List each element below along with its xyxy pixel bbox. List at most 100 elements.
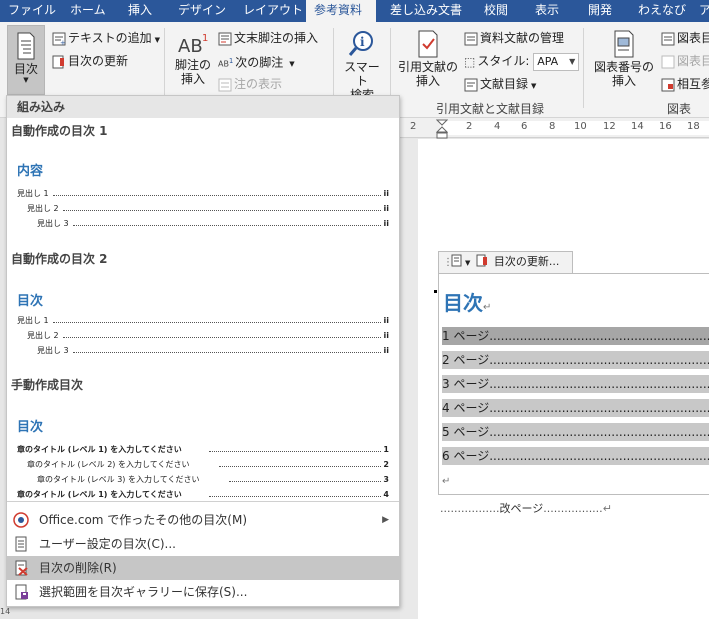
- update-toc-icon[interactable]: [476, 254, 488, 267]
- preview-page-number: ii: [383, 219, 389, 228]
- gallery-item-manual-toc[interactable]: 目次 章のタイトル (レベル 1) を入力してください 1 章のタイトル (レベル…: [7, 394, 399, 500]
- style-combo[interactable]: APA ▼: [533, 52, 580, 71]
- toc-entry-label: 5 ページ: [442, 425, 490, 439]
- next-footnote-button[interactable]: AB1 次の脚注 ▼: [218, 51, 295, 71]
- toc-entry[interactable]: 5 ページ...................................…: [442, 423, 709, 441]
- indent-marker-icon[interactable]: [436, 119, 448, 139]
- preview-line-label: 見出し 2: [27, 331, 59, 340]
- toc-entry-label: 2 ページ: [442, 353, 490, 367]
- toc-entry[interactable]: 2 ページ...................................…: [442, 351, 709, 369]
- preview-line: 見出し 1 ii: [17, 188, 389, 200]
- insert-caption-label-1: 図表番号の: [593, 60, 654, 74]
- preview-heading: 内容: [17, 164, 44, 179]
- toc-dropdown-arrow: ▼: [23, 76, 29, 84]
- update-table-button[interactable]: 図表目: [661, 51, 709, 71]
- toc-content-control-tab[interactable]: ⋮ ▼ 目次の更新...: [438, 251, 573, 273]
- insert-caption-button[interactable]: 図表番号の 挿入: [591, 30, 657, 88]
- ruler-label: 12: [603, 121, 616, 132]
- insert-endnote-button[interactable]: 文末脚注の挿入: [218, 28, 318, 48]
- preview-line-label: 見出し 2: [27, 204, 59, 213]
- insert-citation-button[interactable]: 引用文献の 挿入: [396, 30, 460, 88]
- toc-entry[interactable]: 4 ページ...................................…: [442, 399, 709, 417]
- tab-mailings[interactable]: 差し込み文書: [390, 0, 462, 22]
- drag-handle-icon[interactable]: ⋮: [443, 253, 453, 273]
- svg-text:+: +: [60, 39, 66, 46]
- manage-sources-button[interactable]: 資料文献の管理: [464, 28, 564, 48]
- tab-developer[interactable]: 開発: [588, 0, 612, 22]
- cross-reference-button[interactable]: 相互参: [661, 74, 709, 94]
- custom-toc-menu-item[interactable]: ユーザー設定の目次(C)...: [7, 532, 399, 556]
- tab-insert[interactable]: 挿入: [128, 0, 152, 22]
- bibliography-arrow: ▼: [531, 82, 537, 90]
- gallery-item-auto-toc-1[interactable]: 内容 見出し 1 ii 見出し 2 ii 見出し 3 ii: [7, 140, 399, 250]
- preview-leader: [209, 451, 381, 452]
- toc-entry[interactable]: 1 ページ...................................…: [442, 327, 709, 345]
- remove-toc-menu-item[interactable]: 目次の削除(R): [7, 556, 399, 580]
- update-toc-button[interactable]: 目次の更新: [52, 51, 128, 71]
- preview-line: 章のタイトル (レベル 1) を入力してください 4: [17, 489, 389, 500]
- preview-page-number: 1: [383, 445, 389, 454]
- next-footnote-arrow: ▼: [289, 60, 295, 69]
- tab-design[interactable]: デザイン: [178, 0, 226, 22]
- toc-entry-label: 1 ページ: [442, 329, 490, 343]
- more-tocs-office-menu-item[interactable]: Office.com で作ったその他の目次(M) ▶: [7, 508, 399, 532]
- tab-layout[interactable]: レイアウト: [243, 0, 303, 22]
- tab-review[interactable]: 校閲: [484, 0, 508, 22]
- save-selection-to-gallery-menu-item[interactable]: 選択範囲を目次ギャラリーに保存(S)...: [7, 580, 399, 604]
- page-break[interactable]: .................改ページ.................↵: [440, 500, 640, 516]
- add-text-icon: +: [52, 32, 66, 46]
- preview-line: 見出し 3 ii: [37, 345, 389, 357]
- smart-lookup-icon: i: [348, 31, 373, 56]
- tab-file[interactable]: ファイル: [8, 0, 56, 22]
- tab-view[interactable]: 表示: [535, 0, 559, 22]
- preview-heading: 目次: [17, 420, 44, 435]
- toc-entry-label: 4 ページ: [442, 401, 490, 415]
- smart-lookup-label-1: スマート: [344, 60, 380, 88]
- show-notes-button[interactable]: 注の表示: [218, 74, 282, 94]
- tab-home[interactable]: ホーム: [70, 0, 106, 22]
- tab-overflow[interactable]: ア: [699, 0, 709, 22]
- update-table-icon: [661, 55, 675, 68]
- footnote-ab-icon: AB 1: [178, 33, 208, 56]
- cc-update-label[interactable]: 目次の更新...: [494, 255, 560, 268]
- horizontal-ruler[interactable]: 2 2 4 6 8 10 12 14 16 18: [400, 118, 709, 139]
- save-to-gallery-icon: [15, 584, 28, 600]
- insert-endnote-label: 文末脚注の挿入: [234, 31, 319, 45]
- toc-gallery-dropdown: 組み込み 自動作成の目次 1 内容 見出し 1 ii 見出し 2 ii 見出し 3 i…: [6, 95, 400, 607]
- ruler-label: 8: [549, 121, 556, 132]
- toc-button[interactable]: 目次 ▼: [7, 25, 45, 95]
- tab-waenavi[interactable]: わえなび: [638, 0, 686, 22]
- preview-line: 章のタイトル (レベル 3) を入力してください 3: [37, 474, 389, 486]
- preview-page-number: ii: [383, 346, 389, 355]
- bibliography-button[interactable]: 文献目録 ▼: [464, 74, 536, 94]
- captions-group-label: 図表: [667, 102, 692, 116]
- menu-item-label: 選択範囲を目次ギャラリーに保存(S)...: [39, 585, 248, 599]
- smart-lookup-button[interactable]: i スマート 検索: [339, 30, 385, 102]
- update-table-label: 図表目: [677, 54, 709, 68]
- cross-reference-label: 相互参: [677, 77, 709, 91]
- next-footnote-icon: AB1: [218, 57, 234, 69]
- toc-title[interactable]: 目次↵: [443, 287, 491, 316]
- chevron-down-icon[interactable]: ▼: [465, 259, 470, 267]
- ruler-label: 10: [574, 121, 587, 132]
- preview-line-label: 章のタイトル (レベル 1) を入力してください: [17, 490, 182, 499]
- page-break-leader: .................: [543, 502, 603, 515]
- preview-line-label: 章のタイトル (レベル 1) を入力してください: [17, 445, 182, 454]
- add-text-button[interactable]: + テキストの追加 ▼: [52, 28, 160, 48]
- document-area: ⋮ ▼ 目次の更新... 目次↵ 1 ページ...................…: [400, 139, 709, 619]
- toc-document-icon[interactable]: [451, 254, 463, 267]
- toc-entry[interactable]: 3 ページ...................................…: [442, 375, 709, 393]
- gallery-item-auto-toc-2[interactable]: 目次 見出し 1 ii 見出し 2 ii 見出し 3 ii: [7, 268, 399, 374]
- preview-line-label: 見出し 3: [37, 346, 69, 355]
- preview-leader: [53, 322, 381, 323]
- tab-references[interactable]: 参考資料: [306, 0, 376, 22]
- preview-line: 章のタイトル (レベル 2) を入力してください 2: [27, 459, 389, 471]
- add-text-label: テキストの追加: [68, 31, 152, 45]
- ribbon-separator: [583, 28, 584, 108]
- insert-footnote-button[interactable]: AB 1 脚注の 挿入: [171, 30, 215, 86]
- insert-table-of-figures-button[interactable]: 図表目: [661, 28, 709, 48]
- preview-leader: [73, 352, 381, 353]
- gallery-scroll-area[interactable]: 自動作成の目次 1 内容 見出し 1 ii 見出し 2 ii 見出し 3 ii 自動作…: [7, 118, 399, 500]
- style-label: スタイル:: [477, 54, 530, 68]
- toc-entry[interactable]: 6 ページ...................................…: [442, 447, 709, 465]
